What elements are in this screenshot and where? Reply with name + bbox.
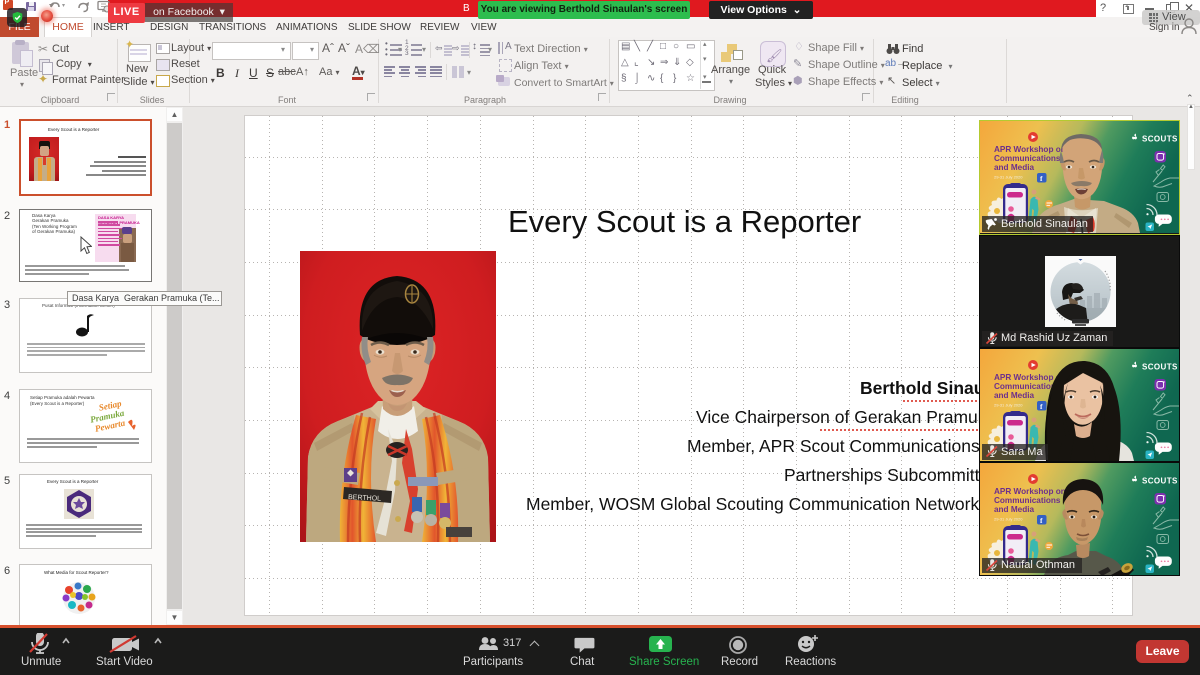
svg-text:APR Workshop on: APR Workshop on <box>994 145 1066 154</box>
svg-text:SCOUTS: SCOUTS <box>1142 363 1178 372</box>
svg-text:SCOUTS: SCOUTS <box>1142 135 1178 144</box>
svg-text:29-31 July 2020: 29-31 July 2020 <box>994 516 1023 521</box>
svg-text:and Media: and Media <box>994 505 1034 514</box>
svg-text:and Media: and Media <box>994 391 1034 400</box>
svg-text:29-31 July 2020: 29-31 July 2020 <box>994 175 1023 180</box>
svg-text:and Media: and Media <box>994 163 1034 172</box>
svg-text:SCOUTS: SCOUTS <box>1142 476 1178 485</box>
svg-text:Communications: Communications <box>994 154 1061 163</box>
svg-text:APR Workshop on: APR Workshop on <box>994 487 1066 496</box>
svg-text:29-31 July 2020: 29-31 July 2020 <box>994 403 1023 408</box>
svg-text:Communications: Communications <box>994 496 1061 505</box>
